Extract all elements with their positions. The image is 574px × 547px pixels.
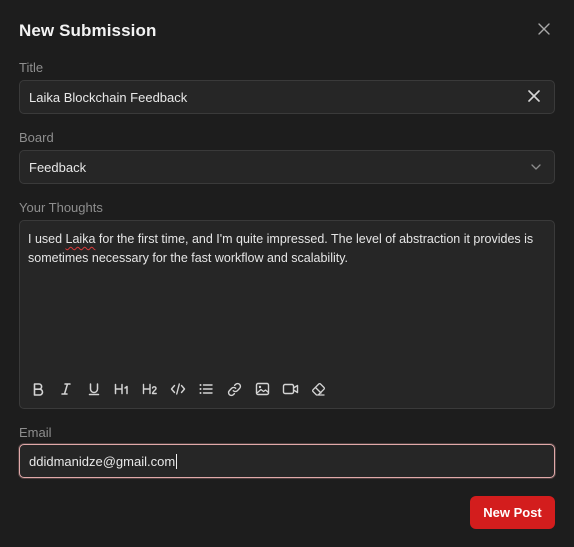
heading-1-icon — [114, 383, 128, 395]
underline-icon — [88, 383, 100, 396]
text-caret — [176, 453, 178, 469]
heading-2-button[interactable] — [140, 379, 160, 399]
close-button[interactable] — [536, 23, 552, 39]
video-button[interactable] — [280, 379, 300, 399]
heading-2-icon — [142, 383, 157, 395]
italic-button[interactable] — [56, 379, 76, 399]
thoughts-text-part: for the first time, and I'm quite impres… — [28, 232, 534, 265]
new-submission-dialog: New Submission Title Laika Blockchain Fe… — [0, 0, 574, 547]
bold-icon — [33, 383, 44, 396]
title-clear-button[interactable] — [526, 89, 542, 105]
image-button[interactable] — [252, 379, 272, 399]
thoughts-text-part: I used — [28, 232, 66, 246]
eraser-button[interactable] — [308, 379, 328, 399]
thoughts-label: Your Thoughts — [19, 200, 103, 215]
video-icon — [282, 383, 298, 395]
bullet-list-button[interactable] — [196, 379, 216, 399]
thoughts-editor[interactable]: I used Laika for the first time, and I'm… — [19, 220, 555, 409]
chevron-down-icon — [529, 160, 543, 174]
italic-icon — [61, 383, 71, 395]
title-input-value: Laika Blockchain Feedback — [29, 89, 188, 105]
dialog-title: New Submission — [19, 21, 157, 40]
board-selected-value: Feedback — [29, 159, 87, 175]
email-input[interactable]: ddidmanidze@gmail.com — [19, 444, 555, 478]
new-post-button[interactable]: New Post — [470, 496, 555, 529]
clear-x-icon — [528, 89, 540, 105]
title-input[interactable]: Laika Blockchain Feedback — [19, 80, 555, 114]
close-icon — [538, 22, 550, 40]
email-username: ddidmanidze — [29, 453, 103, 469]
board-select[interactable]: Feedback — [19, 150, 555, 184]
bullet-list-icon — [199, 384, 213, 394]
misspelled-word: Laika — [65, 232, 96, 246]
code-icon — [170, 383, 186, 395]
email-label: Email — [19, 425, 52, 440]
bold-button[interactable] — [28, 379, 48, 399]
code-button[interactable] — [168, 379, 188, 399]
link-icon — [227, 382, 241, 396]
title-label: Title — [19, 60, 44, 75]
email-input-value: ddidmanidze@gmail.com — [29, 453, 545, 469]
link-button[interactable] — [224, 379, 244, 399]
underline-button[interactable] — [84, 379, 104, 399]
heading-1-button[interactable] — [112, 379, 132, 399]
board-label: Board — [19, 130, 54, 145]
thoughts-text[interactable]: I used Laika for the first time, and I'm… — [28, 230, 546, 268]
email-domain: @gmail.com — [102, 453, 176, 469]
image-icon — [255, 382, 269, 396]
formatting-toolbar — [28, 379, 328, 399]
eraser-icon — [311, 382, 325, 396]
